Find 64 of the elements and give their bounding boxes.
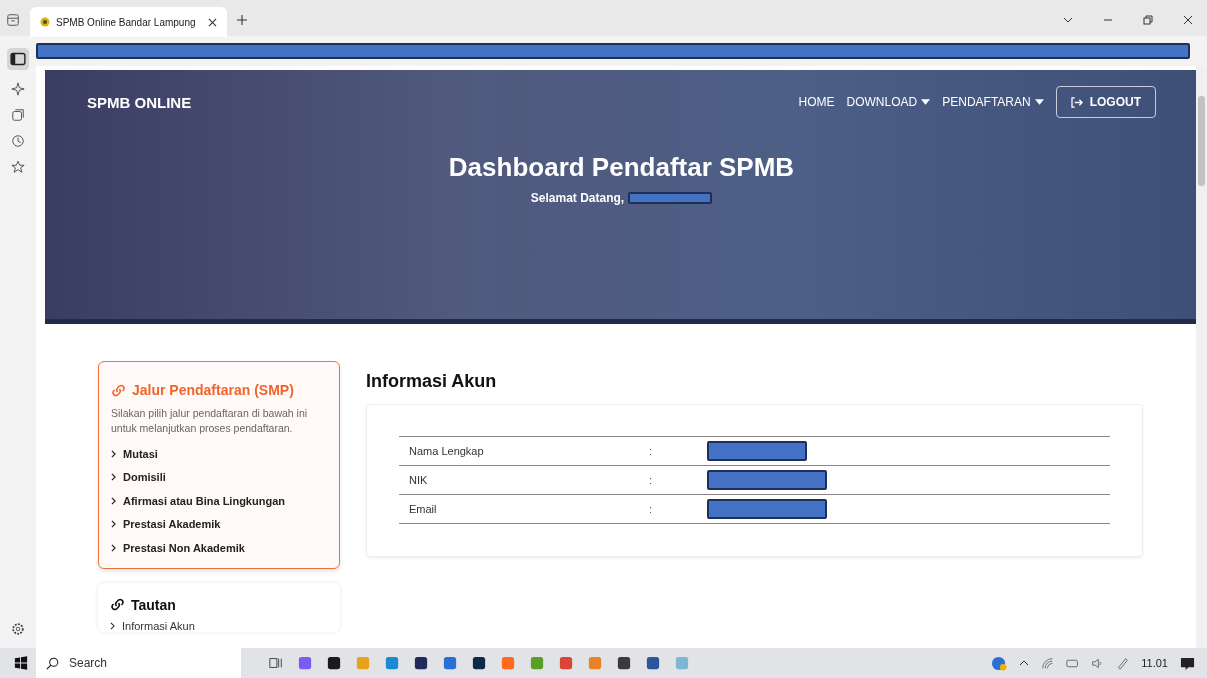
scrollbar[interactable]: [1196, 66, 1207, 648]
chevron-down-icon[interactable]: [1063, 15, 1073, 25]
search-icon: [46, 656, 59, 670]
history-icon[interactable]: [11, 134, 25, 148]
browser-tab[interactable]: SPMB Online Bandar Lampung: [30, 7, 227, 37]
logout-icon: [1070, 96, 1084, 108]
new-tab-icon[interactable]: [236, 15, 247, 25]
logout-button[interactable]: LOGOUT: [1055, 86, 1156, 118]
pen-icon[interactable]: [1116, 656, 1130, 670]
chevron-right-icon: [111, 543, 116, 552]
chevron-up-icon[interactable]: [1019, 658, 1030, 668]
path-link[interactable]: Prestasi Non Akademik: [111, 536, 329, 560]
notification-icon[interactable]: [1180, 655, 1195, 671]
app-icon[interactable]: [414, 656, 428, 670]
link-icon: [111, 382, 126, 398]
search-field[interactable]: Search: [36, 648, 241, 678]
separator-text: :: [649, 503, 654, 515]
nav-link[interactable]: PENDAFTARAN: [942, 95, 1044, 109]
field-label: Email: [408, 503, 438, 515]
path-link[interactable]: Domisili: [111, 465, 329, 489]
chevron-right-icon: [111, 520, 116, 529]
task-view-icon[interactable]: [269, 656, 283, 670]
chevron-right-icon: [111, 449, 116, 458]
restore-icon[interactable]: [1143, 15, 1153, 25]
section-title: Informasi Akun: [366, 371, 498, 392]
chevron-right-icon: [111, 496, 116, 505]
settings-icon[interactable]: [11, 622, 25, 636]
caret-icon: [921, 99, 931, 105]
site-logo-icon: [40, 17, 50, 27]
app-icon[interactable]: [472, 656, 486, 670]
sparkle-icon[interactable]: [11, 82, 25, 96]
favorites-icon[interactable]: [11, 160, 25, 174]
separator-text: :: [649, 474, 654, 486]
collections-icon[interactable]: [11, 108, 25, 122]
close-icon[interactable]: [1183, 15, 1193, 25]
chevron-right-icon: [110, 621, 115, 630]
tab-title: SPMB Online Bandar Lampung: [56, 16, 196, 28]
clock-time[interactable]: 11.01: [1141, 657, 1168, 669]
nav-link[interactable]: DOWNLOAD: [846, 95, 931, 109]
close-icon[interactable]: [207, 17, 217, 27]
card-description: Silakan pilih jalur pendaftaran di bawah ini untuk melanjutkan proses pendaftaran.: [111, 406, 309, 436]
tab-actions-icon[interactable]: [6, 13, 20, 27]
hero-title: Dashboard Pendaftar SPMB: [447, 152, 796, 183]
sidebar-link[interactable]: Informasi Akun: [110, 619, 328, 632]
field-label: NIK: [408, 474, 429, 486]
link-icon: [110, 597, 125, 612]
chevron-right-icon: [111, 473, 116, 482]
network-icon[interactable]: [1041, 656, 1055, 670]
path-link[interactable]: Prestasi Akademik: [111, 512, 329, 536]
card-title: Jalur Pendaftaran (SMP): [132, 382, 294, 398]
app-icon[interactable]: [617, 656, 631, 670]
app-icon[interactable]: [327, 656, 341, 670]
card-title: Tautan: [131, 596, 176, 613]
sidebar-toggle-icon[interactable]: [7, 48, 29, 70]
separator-text: :: [649, 445, 654, 457]
caret-icon: [1034, 99, 1044, 105]
path-link[interactable]: Mutasi: [111, 442, 329, 466]
greeting-text: Selamat Datang,: [530, 191, 625, 205]
brand-logo[interactable]: SPMB ONLINE: [87, 93, 192, 111]
start-icon[interactable]: [14, 656, 28, 670]
field-label: Nama Lengkap: [408, 445, 485, 457]
nav-link[interactable]: HOME: [798, 95, 835, 109]
help-icon[interactable]: [992, 655, 1008, 671]
path-link[interactable]: Afirmasi atau Bina Lingkungan: [111, 489, 329, 513]
